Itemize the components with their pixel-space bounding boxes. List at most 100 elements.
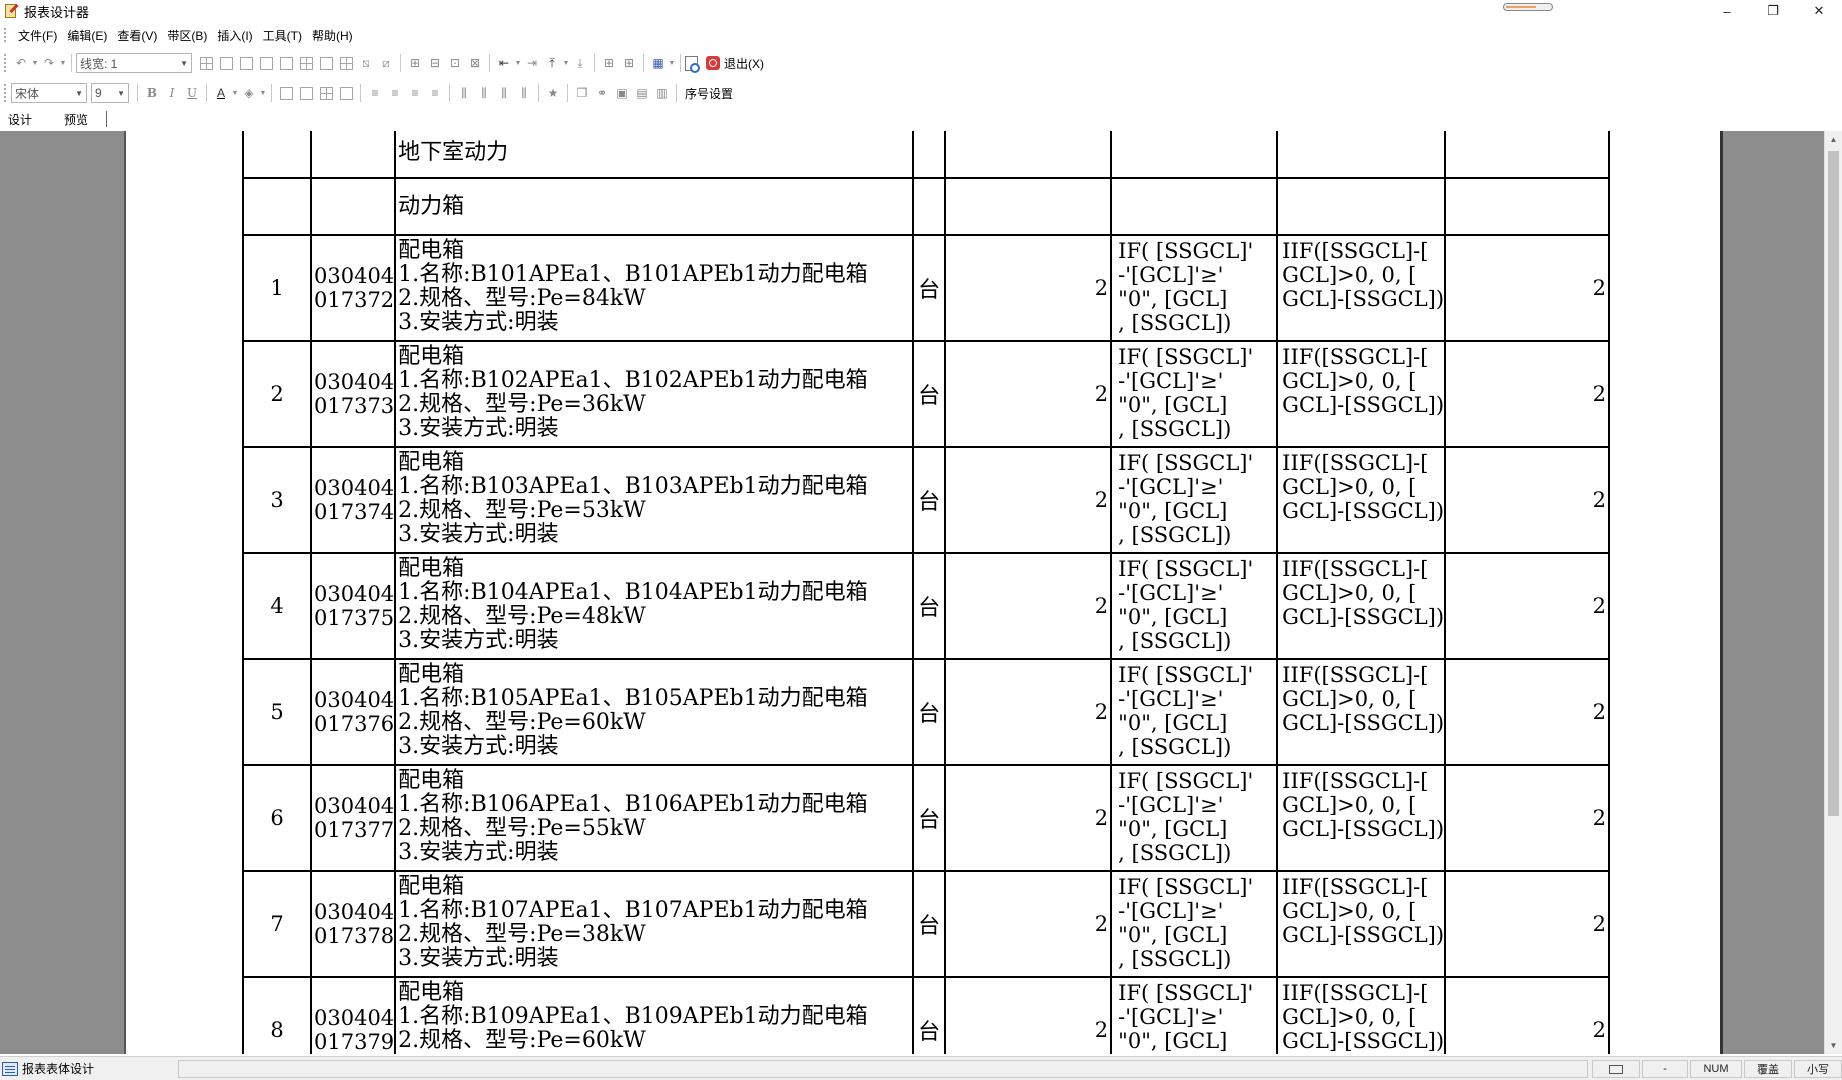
undo-icon[interactable]: ↶: [11, 53, 31, 73]
valign-top-icon[interactable]: ⫼: [454, 83, 474, 103]
cell-qty[interactable]: 2: [944, 552, 1113, 660]
cell-formula-2[interactable]: IIF([SSGCL]-[ GCL]>0, 0, [ GCL]-[SSGCL]): [1276, 976, 1447, 1054]
restore-button[interactable]: ❐: [1750, 0, 1796, 22]
cell-style-3-icon[interactable]: [316, 83, 336, 103]
cell-code[interactable]: 030404 017373: [309, 340, 397, 448]
same-width-icon[interactable]: ⊞: [599, 53, 619, 73]
cell-total[interactable]: 2: [1444, 976, 1611, 1054]
cell-name[interactable]: 配电箱 1.名称:B107APEa1、B107APEb1动力配电箱 2.规格、型号:…: [394, 870, 915, 978]
cell-no[interactable]: 2: [242, 340, 312, 448]
cell-no[interactable]: 5: [242, 658, 312, 766]
cell-total[interactable]: 2: [1444, 340, 1611, 448]
align-bottom-objects-icon[interactable]: ⤓: [570, 53, 590, 73]
cell-unit[interactable]: [912, 131, 947, 179]
menu-view[interactable]: 查看(V): [112, 25, 162, 46]
cell-formula-2[interactable]: [1276, 131, 1447, 179]
cell-total[interactable]: 2: [1444, 234, 1611, 342]
diagonal-down-icon[interactable]: ⧅: [356, 53, 376, 73]
fill-color-icon[interactable]: ◈: [239, 83, 259, 103]
align-right-objects-icon[interactable]: ⇥: [522, 53, 542, 73]
scroll-up-icon[interactable]: ▲: [1825, 131, 1842, 148]
align-text-center-icon[interactable]: ≡: [385, 83, 405, 103]
cell-name[interactable]: 配电箱 1.名称:B105APEa1、B105APEb1动力配电箱 2.规格、型号:…: [394, 658, 915, 766]
tab-preview[interactable]: 预览: [64, 111, 88, 128]
border-outer-icon[interactable]: [316, 53, 336, 73]
border-top-icon[interactable]: [256, 53, 276, 73]
toolbar-grip-icon[interactable]: [4, 84, 7, 102]
cell-qty[interactable]: 2: [944, 658, 1113, 766]
cell-qty[interactable]: 2: [944, 340, 1113, 448]
align-top-objects-icon[interactable]: ⤒: [542, 53, 562, 73]
cell-formula-2[interactable]: IIF([SSGCL]-[ GCL]>0, 0, [ GCL]-[SSGCL]): [1276, 234, 1447, 342]
cell-no[interactable]: [242, 177, 312, 236]
align-left-objects-icon[interactable]: ⇤: [494, 53, 514, 73]
cell-unit[interactable]: 台: [912, 658, 947, 766]
menu-help[interactable]: 帮助(H): [307, 25, 358, 46]
cell-name[interactable]: 配电箱 1.名称:B109APEa1、B109APEb1动力配电箱 2.规格、型号:…: [394, 976, 915, 1054]
cell-formula-1[interactable]: [1110, 177, 1279, 236]
fill-color-dropdown-icon[interactable]: ▼: [259, 83, 267, 103]
same-height-icon[interactable]: ⊞: [619, 53, 639, 73]
toolbar-grip-icon[interactable]: [4, 54, 7, 72]
table-row[interactable]: 5 030404 017376 配电箱 1.名称:B105APEa1、B105APE…: [242, 658, 1611, 766]
cell-name[interactable]: 配电箱 1.名称:B103APEa1、B103APEb1动力配电箱 2.规格、型号:…: [394, 446, 915, 554]
cell-no[interactable]: [242, 131, 312, 179]
cell-name[interactable]: 配电箱 1.名称:B102APEa1、B102APEb1动力配电箱 2.规格、型号:…: [394, 340, 915, 448]
cell-code[interactable]: 030404 017378: [309, 870, 397, 978]
cell-code[interactable]: 030404 017377: [309, 764, 397, 872]
border-inner-icon[interactable]: [296, 53, 316, 73]
cell-formula-2[interactable]: IIF([SSGCL]-[ GCL]>0, 0, [ GCL]-[SSGCL]): [1276, 446, 1447, 554]
print-preview-icon[interactable]: [685, 55, 700, 73]
star-icon[interactable]: ★: [543, 83, 563, 103]
cell-no[interactable]: 8: [242, 976, 312, 1054]
cell-qty[interactable]: 2: [944, 446, 1113, 554]
menu-tools[interactable]: 工具(T): [258, 25, 307, 46]
cell-formula-2[interactable]: [1276, 177, 1447, 236]
distribute-icon[interactable]: ⫼: [514, 83, 534, 103]
report-table[interactable]: 地下室动力 动力箱 1 030404 017372 配电箱 1.名称:B101A…: [242, 131, 1611, 1054]
cell-total[interactable]: 2: [1444, 658, 1611, 766]
section-name-cell[interactable]: 地下室动力: [394, 131, 915, 179]
menu-band[interactable]: 带区(B): [162, 25, 212, 46]
cell-code[interactable]: 030404 017374: [309, 446, 397, 554]
tab-design[interactable]: 设计: [8, 111, 32, 128]
report-canvas[interactable]: 地下室动力 动力箱 1 030404 017372 配电箱 1.名称:B101A…: [0, 131, 1824, 1054]
cell-code[interactable]: 030404 017372: [309, 234, 397, 342]
scroll-thumb[interactable]: [1828, 151, 1839, 816]
section-name-cell[interactable]: 动力箱: [394, 177, 915, 236]
merge-cells-icon[interactable]: ⊞: [405, 53, 425, 73]
cell-qty[interactable]: 2: [944, 870, 1113, 978]
minimize-button[interactable]: –: [1704, 0, 1750, 22]
cell-qty[interactable]: [944, 177, 1113, 236]
border-grid-icon[interactable]: [336, 53, 356, 73]
cell-formula-2[interactable]: IIF([SSGCL]-[ GCL]>0, 0, [ GCL]-[SSGCL]): [1276, 870, 1447, 978]
barcode-icon[interactable]: ▥: [652, 83, 672, 103]
font-size-combo[interactable]: 9 ▼: [91, 83, 129, 103]
cell-code[interactable]: [309, 177, 397, 236]
vertical-scrollbar[interactable]: ▲ ▼: [1824, 131, 1842, 1054]
chart-icon[interactable]: ▤: [632, 83, 652, 103]
cell-unit[interactable]: 台: [912, 234, 947, 342]
copy-format-icon[interactable]: ❐: [572, 83, 592, 103]
cell-total[interactable]: 2: [1444, 870, 1611, 978]
cell-total[interactable]: [1444, 131, 1611, 179]
valign-middle-icon[interactable]: ⫼: [474, 83, 494, 103]
section-row[interactable]: 地下室动力: [242, 131, 1611, 179]
cell-no[interactable]: 3: [242, 446, 312, 554]
cell-style-4-icon[interactable]: [336, 83, 356, 103]
align-top-dropdown-icon[interactable]: ▼: [562, 53, 570, 73]
table-row[interactable]: 6 030404 017377 配电箱 1.名称:B106APEa1、B106APE…: [242, 764, 1611, 872]
delete-row-icon[interactable]: ⊠: [465, 53, 485, 73]
scroll-down-icon[interactable]: ▼: [1825, 1037, 1842, 1054]
align-text-right-icon[interactable]: ≡: [425, 83, 445, 103]
bold-button[interactable]: B: [142, 83, 162, 103]
cell-no[interactable]: 7: [242, 870, 312, 978]
cell-formula-2[interactable]: IIF([SSGCL]-[ GCL]>0, 0, [ GCL]-[SSGCL]): [1276, 340, 1447, 448]
cell-total[interactable]: [1444, 177, 1611, 236]
redo-icon[interactable]: ↷: [39, 53, 59, 73]
cell-code[interactable]: [309, 131, 397, 179]
cell-style-2-icon[interactable]: [296, 83, 316, 103]
italic-button[interactable]: I: [162, 83, 182, 103]
border-all-icon[interactable]: [196, 53, 216, 73]
table-row[interactable]: 4 030404 017375 配电箱 1.名称:B104APEa1、B104APE…: [242, 552, 1611, 660]
